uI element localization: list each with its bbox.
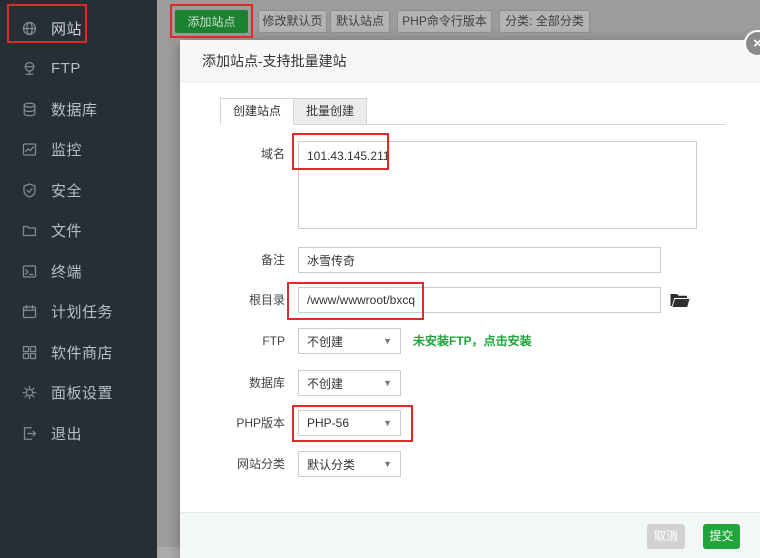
sidebar-item-cron[interactable]: 计划任务 [0, 292, 157, 333]
sidebar-item-terminal[interactable]: 终端 [0, 251, 157, 292]
cancel-button[interactable]: 取消 [647, 524, 685, 549]
php-cli-version-button[interactable]: PHP命令行版本 [397, 10, 492, 33]
modify-default-page-button[interactable]: 修改默认页 [258, 10, 327, 33]
grid-icon [20, 343, 38, 361]
chevron-down-icon: ▼ [383, 459, 392, 469]
dialog-tabs: 创建站点 批量创建 [220, 98, 726, 125]
ftp-row: FTP 不创建 ▼ 未安装FTP，点击安装 [220, 328, 532, 354]
database-select[interactable]: 不创建 ▼ [298, 370, 401, 396]
globe-icon [20, 19, 38, 37]
tab-batch-create[interactable]: 批量创建 [294, 98, 368, 125]
category-filter-dropdown[interactable]: 分类: 全部分类▼ [499, 10, 590, 48]
calendar-icon [20, 303, 38, 321]
sidebar-item-ftp[interactable]: FTP [0, 49, 157, 90]
php-version-label: PHP版本 [236, 416, 285, 430]
dialog-footer: 取消 提交 [180, 512, 760, 558]
sidebar-item-label: 软件商店 [51, 344, 114, 362]
sidebar-item-label: 终端 [51, 263, 83, 281]
ftp-label: FTP [262, 334, 285, 348]
sidebar-item-label: 监控 [51, 142, 83, 160]
submit-button[interactable]: 提交 [703, 524, 740, 549]
php-version-row: PHP版本 PHP-56 ▼ [220, 410, 401, 436]
sidebar-item-label: 安全 [51, 182, 83, 200]
add-site-button[interactable]: 添加站点 [175, 10, 248, 33]
ftp-select[interactable]: 不创建 ▼ [298, 328, 401, 354]
gear-icon [20, 384, 38, 402]
folder-icon [20, 222, 38, 240]
site-category-row: 网站分类 默认分类 ▼ [220, 451, 401, 477]
chevron-down-icon: ▼ [383, 378, 392, 388]
database-icon [20, 100, 38, 118]
site-category-select-value: 默认分类 [307, 457, 356, 472]
sidebar-menu: 网站 FTP 数据库 监控 安全 文件 终端 计划任务 软件商店 面板设置 退出 [0, 8, 157, 454]
root-dir-input[interactable] [298, 287, 661, 313]
sidebar-item-logout[interactable]: 退出 [0, 413, 157, 454]
sidebar-item-website[interactable]: 网站 [0, 8, 157, 49]
sidebar-item-label: 计划任务 [51, 304, 114, 322]
default-site-button[interactable]: 默认站点 [330, 10, 390, 33]
sidebar-item-label: 面板设置 [51, 385, 114, 403]
php-version-select-value: PHP-56 [307, 416, 350, 430]
sidebar-item-label: 网站 [51, 20, 83, 38]
logout-icon [20, 424, 38, 442]
browse-folder-icon[interactable] [670, 287, 692, 313]
sidebar-item-appstore[interactable]: 软件商店 [0, 332, 157, 373]
site-category-select[interactable]: 默认分类 ▼ [298, 451, 401, 477]
sidebar-item-label: 数据库 [51, 101, 98, 119]
sidebar-item-database[interactable]: 数据库 [0, 89, 157, 130]
sidebar-item-label: FTP [51, 60, 81, 78]
sidebar-item-monitor[interactable]: 监控 [0, 130, 157, 171]
root-dir-row: 根目录 [220, 287, 692, 313]
shield-icon [20, 181, 38, 199]
database-select-value: 不创建 [307, 376, 344, 391]
sidebar-item-security[interactable]: 安全 [0, 170, 157, 211]
note-input[interactable] [298, 247, 661, 273]
chevron-down-icon: ▼ [383, 418, 392, 428]
ftp-select-value: 不创建 [307, 334, 344, 349]
note-row: 备注 [220, 247, 661, 273]
tab-create-site[interactable]: 创建站点 [220, 98, 295, 125]
domain-row: 域名 101.43.145.211 [220, 141, 697, 229]
domain-label: 域名 [260, 147, 285, 161]
php-version-select[interactable]: PHP-56 ▼ [298, 410, 401, 436]
sidebar-item-label: 文件 [51, 223, 83, 241]
monitor-icon [20, 141, 38, 159]
note-label: 备注 [260, 253, 285, 267]
sidebar-item-settings[interactable]: 面板设置 [0, 373, 157, 414]
database-row: 数据库 不创建 ▼ [220, 370, 401, 396]
ftp-install-link[interactable]: 未安装FTP，点击安装 [413, 328, 532, 354]
sidebar-item-label: 退出 [51, 425, 83, 443]
sidebar: 网站 FTP 数据库 监控 安全 文件 终端 计划任务 软件商店 面板设置 退出 [0, 0, 157, 558]
root-dir-label: 根目录 [248, 293, 285, 307]
add-site-dialog: 添加站点-支持批量建站 创建站点 批量创建 域名 101.43.145.211 … [180, 40, 760, 558]
category-filter-label: 分类: 全部分类 [505, 14, 584, 28]
chevron-down-icon: ▼ [383, 336, 392, 346]
ftp-icon [20, 60, 38, 78]
site-category-label: 网站分类 [236, 457, 285, 471]
domain-textarea[interactable]: 101.43.145.211 [298, 141, 697, 229]
terminal-icon [20, 262, 38, 280]
sidebar-item-files[interactable]: 文件 [0, 211, 157, 252]
dialog-title: 添加站点-支持批量建站 [180, 40, 760, 82]
database-label: 数据库 [248, 376, 285, 390]
